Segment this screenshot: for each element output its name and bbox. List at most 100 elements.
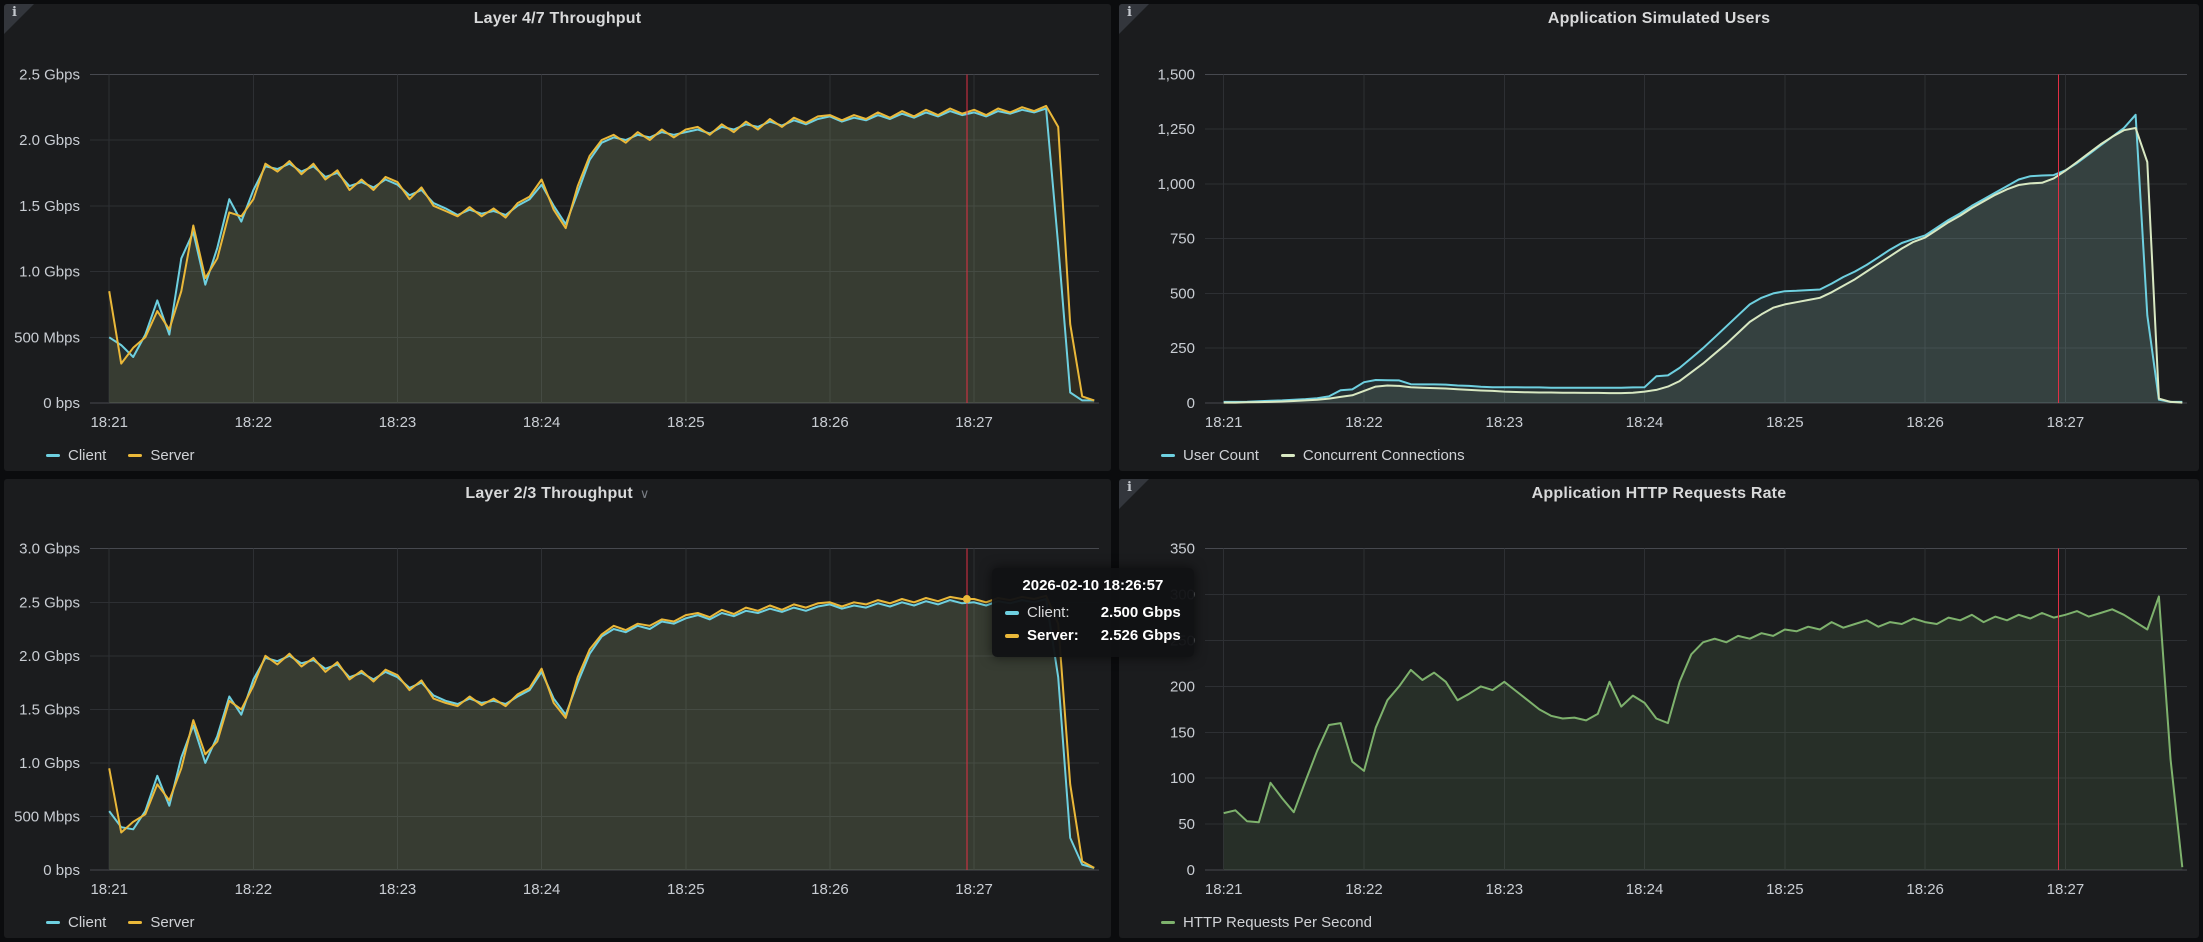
simulated-users-chart[interactable]: 0 250 500 750 1,000 1,250 1,500 18:21 18:22 18:23… <box>1119 34 2199 439</box>
svg-text:18:22: 18:22 <box>235 414 273 431</box>
svg-text:18:25: 18:25 <box>1766 414 1804 431</box>
svg-text:18:25: 18:25 <box>667 414 705 431</box>
svg-text:18:24: 18:24 <box>523 881 561 898</box>
info-icon: i <box>1127 480 1132 495</box>
svg-text:2.0 Gbps: 2.0 Gbps <box>19 648 80 665</box>
svg-text:18:24: 18:24 <box>1626 414 1664 431</box>
svg-text:18:22: 18:22 <box>235 881 273 898</box>
tooltip-series-value: 2.526 Gbps <box>1100 627 1181 644</box>
svg-text:18:23: 18:23 <box>379 881 417 898</box>
panel-info-corner[interactable] <box>1119 4 1149 34</box>
graph-tooltip: 2026-02-10 18:26:57 Client: 2.500 Gbps S… <box>992 568 1194 657</box>
panel-title[interactable]: Application HTTP Requests Rate <box>1119 479 2199 509</box>
svg-text:18:25: 18:25 <box>667 881 705 898</box>
svg-text:500 Mbps: 500 Mbps <box>14 329 80 346</box>
legend-series-swatch <box>1161 453 1175 457</box>
chevron-down-icon[interactable]: ∨ <box>640 486 650 501</box>
legend-series-swatch <box>46 453 60 457</box>
svg-text:100: 100 <box>1170 770 1195 787</box>
legend-series-name: User Count <box>1183 446 1259 464</box>
panel-title[interactable]: Layer 4/7 Throughput <box>4 4 1111 34</box>
layer47-throughput-chart[interactable]: 0 bps 500 Mbps 1.0 Gbps 1.5 Gbps 2.0 Gbps 2.5… <box>4 34 1111 439</box>
svg-text:0: 0 <box>1187 395 1195 412</box>
svg-text:2.5 Gbps: 2.5 Gbps <box>19 594 80 611</box>
tooltip-series-value: 2.500 Gbps <box>1100 604 1181 621</box>
legend-series-swatch <box>128 920 143 924</box>
legend: Client Server <box>4 906 1111 938</box>
svg-text:18:21: 18:21 <box>90 881 128 898</box>
svg-text:18:21: 18:21 <box>1205 881 1243 898</box>
svg-text:18:24: 18:24 <box>1626 881 1664 898</box>
svg-text:0: 0 <box>1187 862 1195 879</box>
http-requests-rate-chart[interactable]: 05010015020025030035018:2118:2218:2318:2… <box>1119 509 2199 906</box>
svg-text:0 bps: 0 bps <box>43 862 80 879</box>
svg-text:3.0 Gbps: 3.0 Gbps <box>19 541 80 558</box>
legend-item[interactable]: Client <box>46 914 106 931</box>
info-icon: i <box>1127 5 1132 20</box>
legend-series-name: Server <box>150 446 195 464</box>
legend-item[interactable]: Server <box>128 446 195 464</box>
legend-series-name: Concurrent Connections <box>1302 446 1465 464</box>
legend: HTTP Requests Per Second <box>1119 906 2199 938</box>
legend: Client Server <box>4 439 1111 471</box>
legend-item[interactable]: User Count <box>1161 447 1259 464</box>
svg-text:18:27: 18:27 <box>955 881 993 898</box>
svg-text:18:25: 18:25 <box>1766 881 1804 898</box>
svg-text:1.0 Gbps: 1.0 Gbps <box>19 264 80 281</box>
legend-series-name: Server <box>150 913 195 931</box>
legend-series-swatch <box>128 453 143 457</box>
svg-text:18:26: 18:26 <box>1906 414 1944 431</box>
panel-application-simulated-users: i Application Simulated Users 0 250 500 750… <box>1119 4 2199 471</box>
legend-item[interactable]: Server <box>128 913 195 931</box>
tooltip-timestamp: 2026-02-10 18:26:57 <box>1022 577 1164 594</box>
panel-info-corner[interactable] <box>4 4 34 34</box>
svg-text:18:22: 18:22 <box>1345 881 1383 898</box>
svg-text:200: 200 <box>1170 678 1195 695</box>
legend-series-swatch <box>1161 920 1175 924</box>
svg-text:18:27: 18:27 <box>955 414 993 431</box>
tooltip-series-label: Client: <box>1027 604 1070 621</box>
svg-text:150: 150 <box>1170 724 1195 741</box>
svg-text:500: 500 <box>1170 285 1195 302</box>
layer23-throughput-chart[interactable]: 0 bps 500 Mbps 1.0 Gbps 1.5 Gbps 2.0 Gbps 2.5… <box>4 509 1111 906</box>
tooltip-row-client: Client: 2.500 Gbps <box>1005 601 1181 624</box>
client-series-swatch <box>1005 610 1019 615</box>
legend: User Count Concurrent Connections <box>1119 439 2199 471</box>
panel-layer23-throughput: Layer 2/3 Throughput ∨ 0 bps 500 Mbps 1.0 G… <box>4 479 1111 938</box>
info-icon: i <box>12 5 17 20</box>
svg-text:250: 250 <box>1170 340 1195 357</box>
svg-text:0 bps: 0 bps <box>43 395 80 412</box>
legend-series-swatch <box>1280 453 1295 457</box>
panel-layer47-throughput: i Layer 4/7 Throughput 0 bps 500 Mbps 1.0 … <box>4 4 1111 471</box>
svg-text:750: 750 <box>1170 231 1195 248</box>
legend-series-name: Client <box>68 446 107 464</box>
svg-text:18:26: 18:26 <box>811 881 849 898</box>
legend-item[interactable]: Concurrent Connections <box>1280 446 1465 464</box>
legend-item[interactable]: Client <box>46 447 106 464</box>
svg-text:50: 50 <box>1178 816 1195 833</box>
legend-series-name: Client <box>68 913 107 931</box>
tooltip-row-server: Server: 2.526 Gbps <box>1005 624 1181 647</box>
svg-text:18:23: 18:23 <box>1486 414 1524 431</box>
svg-text:1,250: 1,250 <box>1157 121 1195 138</box>
svg-text:1.5 Gbps: 1.5 Gbps <box>19 198 80 215</box>
svg-text:18:26: 18:26 <box>811 414 849 431</box>
panel-title[interactable]: Application Simulated Users <box>1119 4 2199 34</box>
legend-series-swatch <box>46 920 60 924</box>
server-series-swatch <box>1005 633 1019 638</box>
panel-title[interactable]: Layer 2/3 Throughput ∨ <box>4 479 1111 509</box>
tooltip-series-label: Server: <box>1027 627 1079 644</box>
svg-text:1.0 Gbps: 1.0 Gbps <box>19 755 80 772</box>
svg-text:18:26: 18:26 <box>1906 881 1944 898</box>
panel-info-corner[interactable] <box>1119 479 1149 509</box>
svg-text:18:21: 18:21 <box>1205 414 1243 431</box>
svg-text:18:23: 18:23 <box>1486 881 1524 898</box>
svg-text:18:24: 18:24 <box>523 414 561 431</box>
svg-text:2.5 Gbps: 2.5 Gbps <box>19 66 80 83</box>
svg-text:18:22: 18:22 <box>1345 414 1383 431</box>
legend-item[interactable]: HTTP Requests Per Second <box>1161 914 1372 931</box>
svg-text:1,500: 1,500 <box>1157 66 1195 83</box>
svg-text:18:21: 18:21 <box>90 414 128 431</box>
svg-text:350: 350 <box>1170 541 1195 558</box>
svg-text:500 Mbps: 500 Mbps <box>14 808 80 825</box>
